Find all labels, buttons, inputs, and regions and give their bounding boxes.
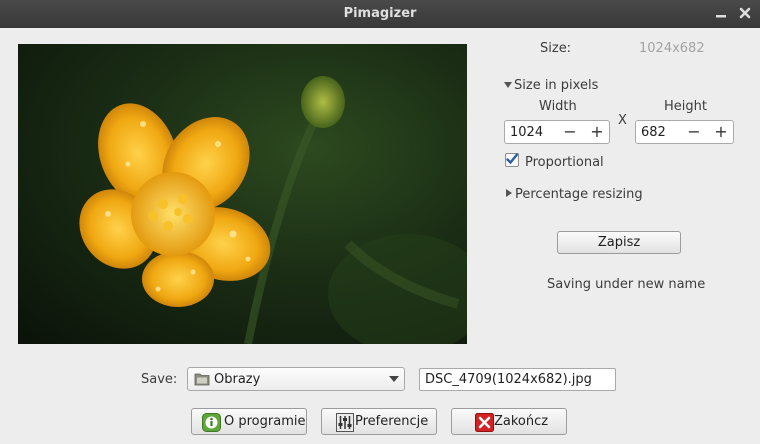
height-value[interactable]: 682	[641, 125, 666, 140]
expander-open-icon[interactable]	[504, 81, 512, 89]
expander-closed-icon[interactable]	[505, 189, 513, 197]
height-spinner[interactable]: 682 − +	[635, 120, 734, 144]
width-spinner[interactable]: 1024 − +	[504, 120, 610, 144]
flower-image	[18, 44, 467, 344]
close-icon[interactable]	[737, 5, 753, 21]
image-preview	[18, 44, 467, 344]
info-icon	[202, 413, 221, 432]
folder-icon	[194, 373, 210, 386]
height-increment-button[interactable]: +	[710, 122, 732, 142]
minimize-icon[interactable]	[713, 5, 729, 21]
size-value: 1024x682	[639, 41, 705, 56]
save-button-label: Zapisz	[597, 235, 641, 250]
window-title: Pimagizer	[343, 6, 417, 21]
dimension-separator: X	[618, 113, 627, 128]
chevron-down-icon	[389, 376, 399, 382]
proportional-label[interactable]: Proportional	[525, 155, 604, 170]
width-label: Width	[539, 99, 577, 114]
filename-value[interactable]: DSC_4709(1024x682).jpg	[425, 372, 592, 387]
quit-icon	[475, 413, 494, 432]
about-button-label: O programie	[224, 414, 306, 429]
folder-combobox[interactable]: Obrazy	[187, 367, 405, 391]
quit-button-label: Zakończ	[494, 414, 549, 429]
width-decrement-button[interactable]: −	[559, 122, 581, 142]
checkmark-icon	[506, 153, 519, 165]
size-label: Size:	[540, 41, 572, 56]
preferences-button-label: Preferencje	[355, 414, 429, 429]
status-text: Saving under new name	[547, 277, 706, 292]
proportional-checkbox[interactable]	[505, 153, 519, 167]
title-bar: Pimagizer	[0, 0, 760, 28]
filename-input[interactable]: DSC_4709(1024x682).jpg	[419, 368, 616, 391]
size-in-pixels-expander[interactable]: Size in pixels	[514, 78, 598, 93]
percentage-resizing-expander[interactable]: Percentage resizing	[515, 187, 643, 202]
height-decrement-button[interactable]: −	[683, 122, 705, 142]
quit-button[interactable]: Zakończ	[451, 408, 567, 435]
height-label: Height	[664, 99, 707, 114]
sliders-icon	[336, 413, 354, 432]
save-label: Save:	[141, 372, 178, 387]
folder-value: Obrazy	[214, 372, 261, 387]
width-value[interactable]: 1024	[510, 125, 543, 140]
preferences-button[interactable]: Preferencje	[321, 408, 437, 435]
save-button[interactable]: Zapisz	[557, 231, 681, 254]
about-button[interactable]: O programie	[191, 408, 307, 435]
width-increment-button[interactable]: +	[586, 122, 608, 142]
